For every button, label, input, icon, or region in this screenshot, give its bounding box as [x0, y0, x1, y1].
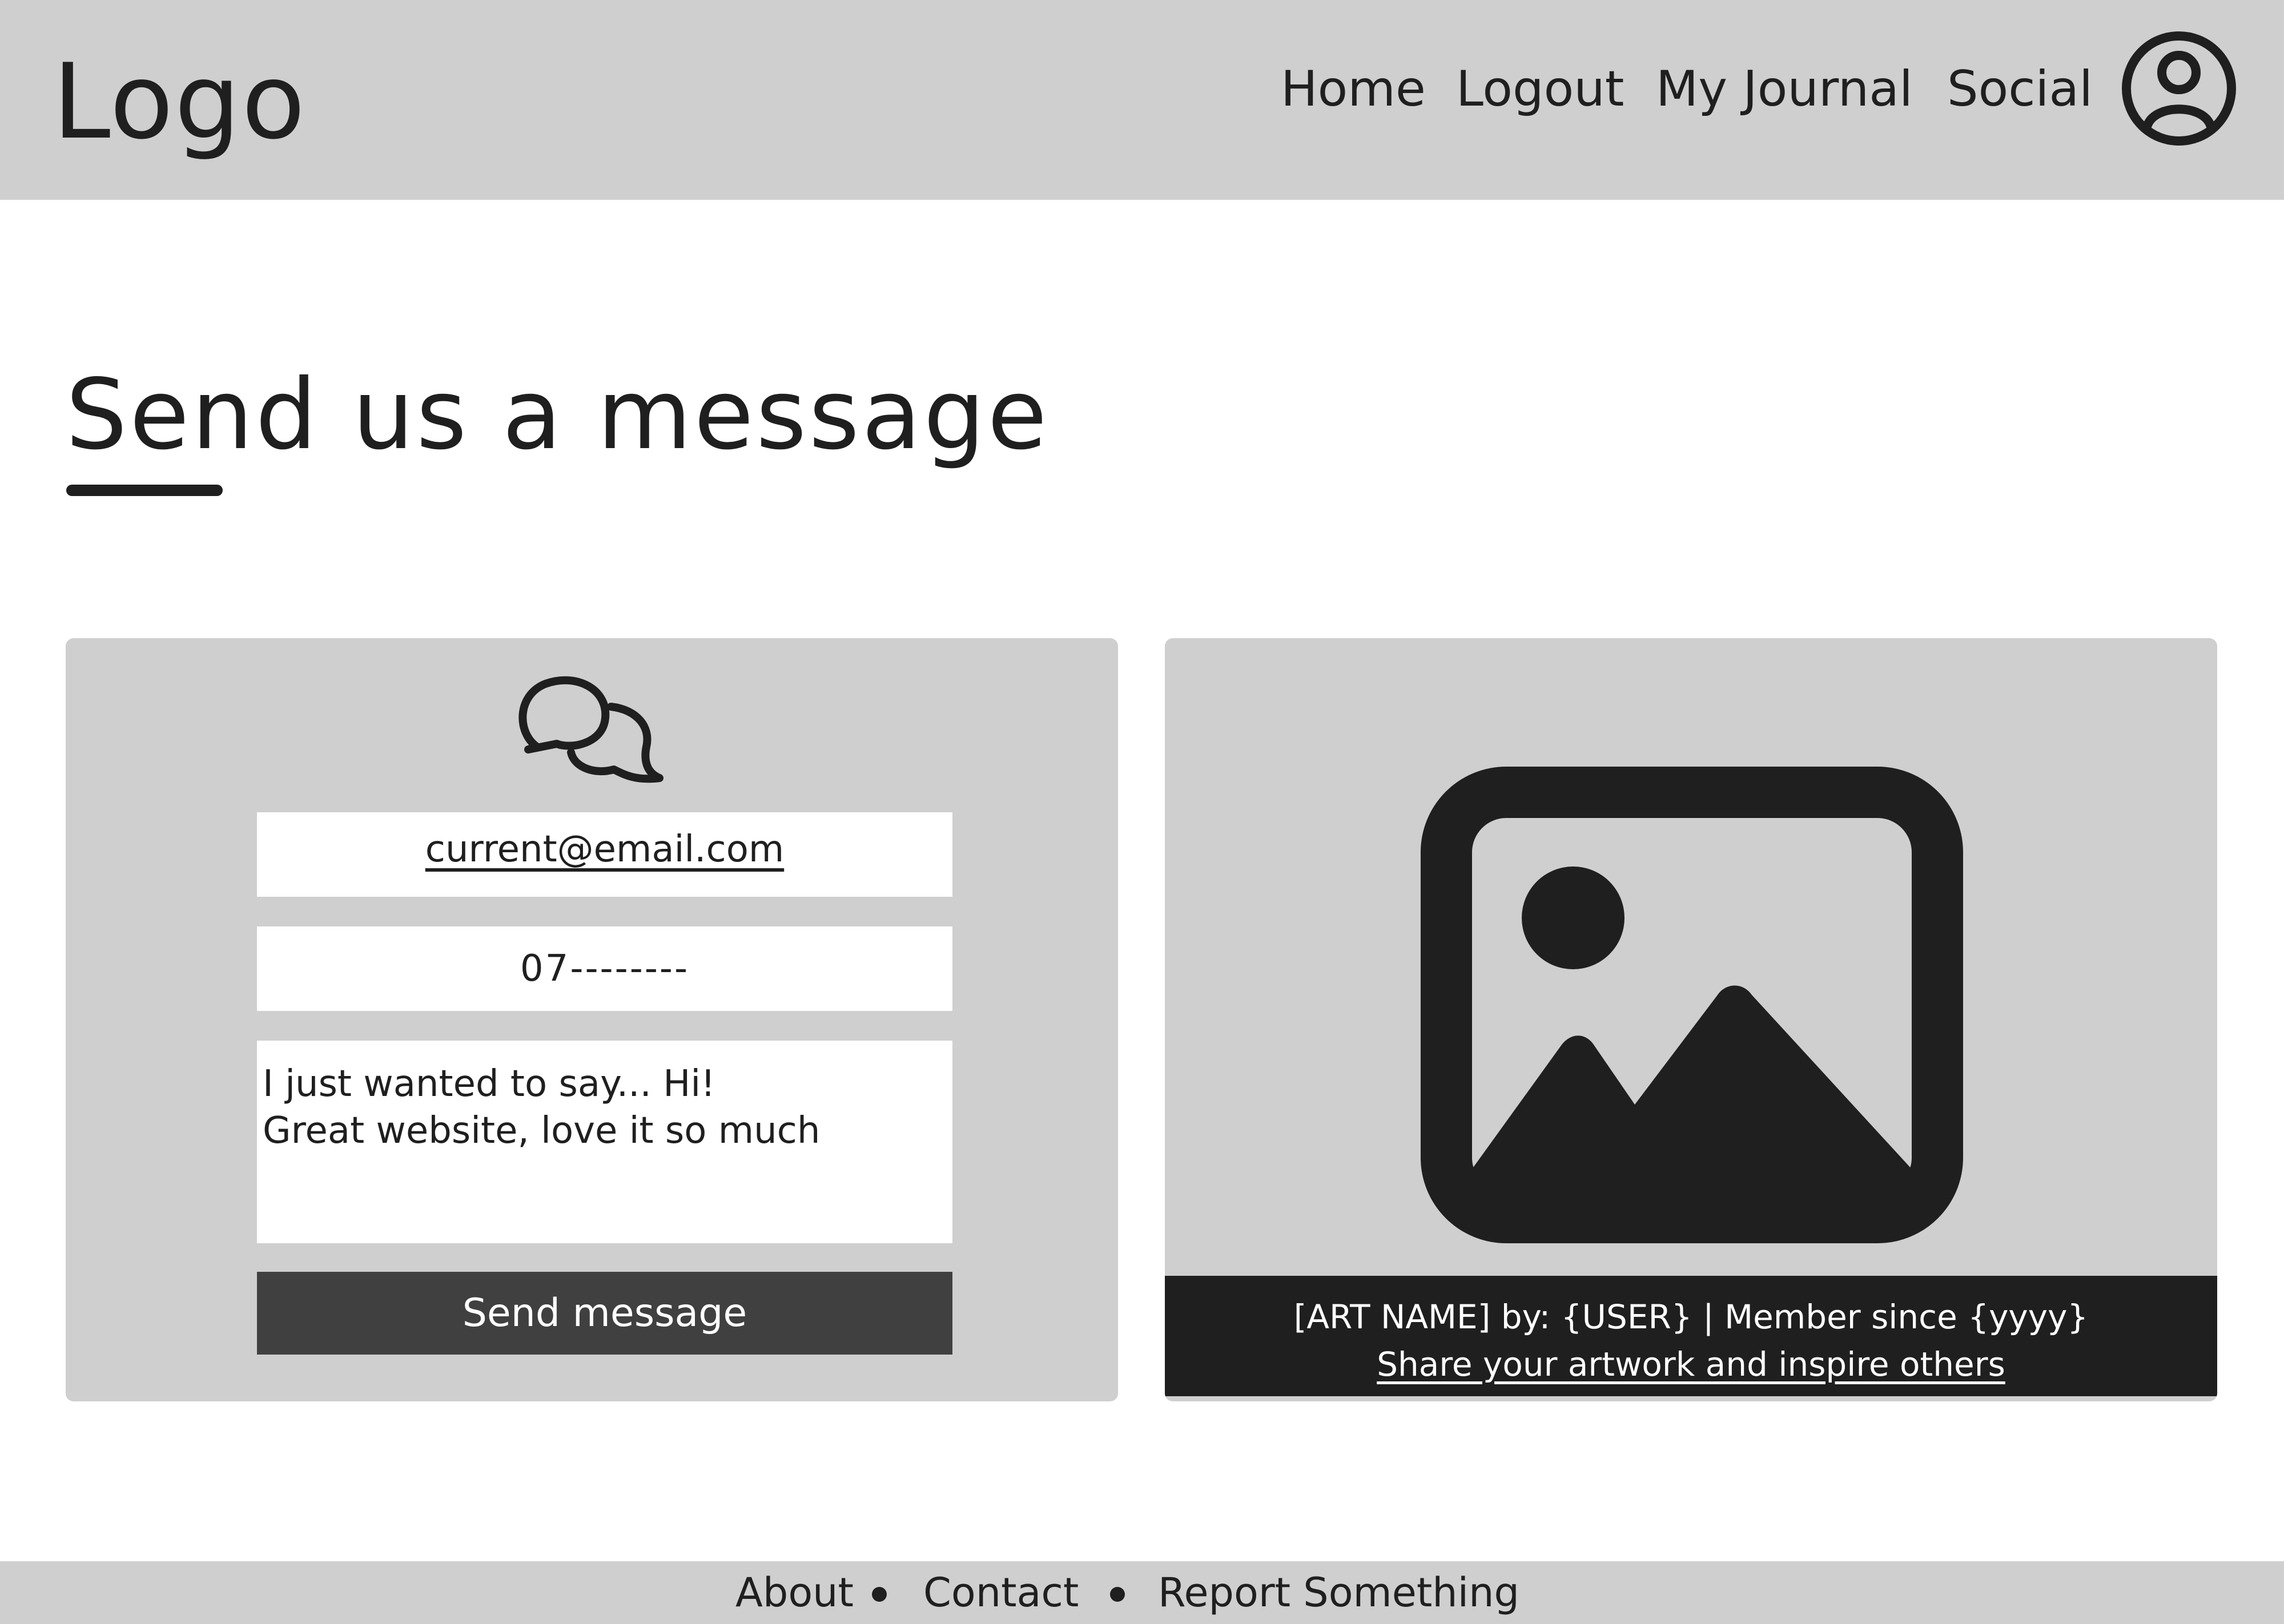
nav-my-journal-link[interactable]: My Journal [1656, 57, 1913, 121]
footer-separator-dot [872, 1587, 887, 1602]
chat-bubbles-icon [514, 664, 685, 801]
user-circle-icon[interactable] [2120, 30, 2238, 147]
share-artwork-link-text[interactable]: Share your artwork and inspire others [1377, 1345, 2005, 1384]
nav-logout-link[interactable]: Logout [1456, 57, 1624, 121]
artwork-caption: [ART NAME] by: {USER} | Member since {yy… [1293, 1297, 2089, 1336]
logo[interactable]: Logo [53, 45, 306, 159]
artwork-card: [ART NAME] by: {USER} | Member since {yy… [1165, 638, 2217, 1401]
site-footer: About Contact Report Something [0, 1561, 2284, 1624]
footer-separator-dot [1110, 1587, 1125, 1602]
email-field[interactable]: current@email.com [257, 812, 952, 897]
share-artwork-link[interactable]: Share your artwork and inspire others [1165, 1341, 2217, 1387]
footer-contact-link[interactable]: Contact [923, 1561, 1079, 1624]
nav-social-link[interactable]: Social [1947, 57, 2093, 121]
image-icon [1421, 767, 1963, 1243]
footer-about-link[interactable]: About [735, 1561, 854, 1624]
message-textarea[interactable]: I just wanted to say... Hi! Great websit… [257, 1041, 952, 1243]
phone-field[interactable]: 07-------- [257, 926, 952, 1011]
title-underline [66, 485, 223, 496]
page-title: Send us a message [66, 358, 1049, 472]
site-header: Logo Home Logout My Journal Social [0, 0, 2284, 200]
send-message-button[interactable]: Send message [257, 1272, 952, 1355]
contact-form-card: current@email.com 07-------- I just want… [66, 638, 1118, 1401]
nav-home-link[interactable]: Home [1281, 57, 1426, 121]
footer-report-link[interactable]: Report Something [1158, 1561, 1519, 1624]
artwork-caption-bar: [ART NAME] by: {USER} | Member since {yy… [1165, 1276, 2217, 1396]
